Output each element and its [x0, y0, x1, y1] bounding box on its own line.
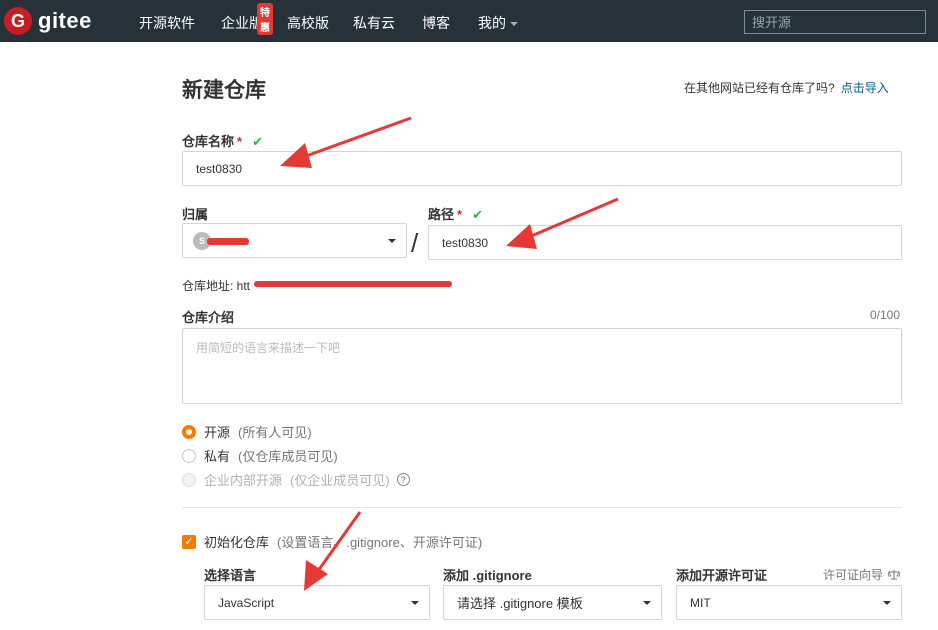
valid-check-icon: ✔: [252, 134, 263, 149]
license-label: 添加开源许可证: [676, 568, 768, 583]
radio-private-label: 私有: [204, 449, 231, 464]
search-input[interactable]: [744, 10, 926, 34]
language-label: 选择语言: [204, 568, 257, 583]
init-repo-hint: (设置语言、.gitignore、开源许可证): [277, 535, 483, 550]
intro-textarea[interactable]: 用简短的语言来描述一下吧: [182, 328, 902, 404]
gitee-logo-icon: G: [4, 7, 32, 35]
repo-name-label: 仓库名称 * ✔: [182, 131, 263, 150]
radio-button: [182, 472, 196, 487]
intro-placeholder: 用简短的语言来描述一下吧: [196, 341, 341, 355]
nav-blog[interactable]: 博客: [422, 13, 450, 33]
path-value: test0830: [442, 235, 489, 250]
radio-public-hint: (所有人可见): [238, 425, 312, 440]
radio-private[interactable]: 私有 (仅仓库成员可见): [182, 446, 338, 465]
radio-private-hint: (仅仓库成员可见): [238, 449, 338, 464]
init-repo-checkbox[interactable]: ✓ 初始化仓库 (设置语言、.gitignore、开源许可证): [182, 532, 482, 551]
import-link[interactable]: 点击导入: [841, 81, 889, 95]
nav-private-cloud[interactable]: 私有云: [353, 13, 395, 33]
promo-badge: 特惠: [257, 3, 273, 35]
repo-address-prefix: htt: [236, 279, 251, 293]
gitignore-value: 请选择 .gitignore 模板: [457, 596, 583, 611]
nav-mine[interactable]: 我的: [478, 13, 518, 33]
top-navbar: G gitee 开源软件 企业版 特惠 高校版 私有云 博客 我的: [0, 0, 938, 42]
intro-label: 仓库介绍: [182, 310, 235, 325]
license-guide-text: 许可证向导: [823, 568, 884, 582]
path-label-text: 路径: [428, 207, 455, 222]
import-tip-text: 在其他网站已经有仓库了吗?: [684, 81, 835, 95]
repo-name-value: test0830: [196, 161, 243, 176]
nav-education[interactable]: 高校版: [287, 13, 329, 33]
import-tip: 在其他网站已经有仓库了吗? 点击导入: [684, 79, 889, 96]
gitee-logo-text: gitee: [38, 8, 92, 33]
nav-mine-label: 我的: [478, 15, 506, 31]
page-title: 新建仓库: [182, 79, 266, 102]
radio-enterprise: 企业内部开源 (仅企业成员可见) ?: [182, 470, 410, 489]
license-select[interactable]: MIT: [676, 585, 902, 620]
required-mark: *: [457, 207, 463, 222]
radio-public[interactable]: 开源 (所有人可见): [182, 422, 312, 441]
owner-select[interactable]: S: [182, 223, 407, 258]
chevron-down-icon: [510, 22, 518, 27]
redaction-mark: [254, 281, 452, 287]
owner-label: 归属: [182, 207, 209, 222]
license-value: MIT: [690, 595, 711, 610]
language-select[interactable]: JavaScript: [204, 585, 430, 620]
chevron-down-icon: [388, 239, 396, 243]
help-icon[interactable]: ?: [396, 473, 410, 486]
intro-counter: 0/100: [870, 308, 901, 322]
radio-enterprise-hint: (仅企业成员可见): [290, 473, 390, 488]
path-input[interactable]: test0830: [428, 225, 902, 260]
gitignore-select[interactable]: 请选择 .gitignore 模板: [443, 585, 662, 620]
chevron-down-icon: [643, 601, 651, 605]
init-repo-label: 初始化仓库: [204, 535, 270, 550]
nav-open-source[interactable]: 开源软件: [139, 13, 195, 33]
radio-button[interactable]: [182, 424, 196, 439]
path-label: 路径 * ✔: [428, 204, 483, 223]
radio-button[interactable]: [182, 448, 196, 463]
chevron-down-icon: [411, 601, 419, 605]
gitignore-label: 添加 .gitignore: [443, 568, 532, 583]
license-guide-link[interactable]: 许可证向导: [823, 566, 901, 583]
scale-icon: [887, 570, 901, 580]
radio-public-label: 开源: [204, 425, 231, 440]
repo-name-input[interactable]: test0830: [182, 151, 902, 186]
repo-address: 仓库地址: htt: [182, 277, 250, 294]
required-mark: *: [237, 134, 243, 149]
redaction-mark: [207, 238, 249, 245]
repo-address-label: 仓库地址:: [182, 279, 237, 293]
repo-name-label-text: 仓库名称: [182, 134, 235, 149]
annotation-arrow: [304, 511, 362, 591]
divider: [182, 507, 902, 508]
checkbox-checked-icon[interactable]: ✓: [182, 534, 196, 549]
language-value: JavaScript: [218, 595, 275, 610]
valid-check-icon: ✔: [472, 207, 483, 222]
radio-enterprise-label: 企业内部开源: [204, 473, 283, 488]
gitee-logo[interactable]: G gitee: [4, 7, 92, 35]
path-separator: /: [411, 228, 419, 258]
chevron-down-icon: [883, 601, 891, 605]
